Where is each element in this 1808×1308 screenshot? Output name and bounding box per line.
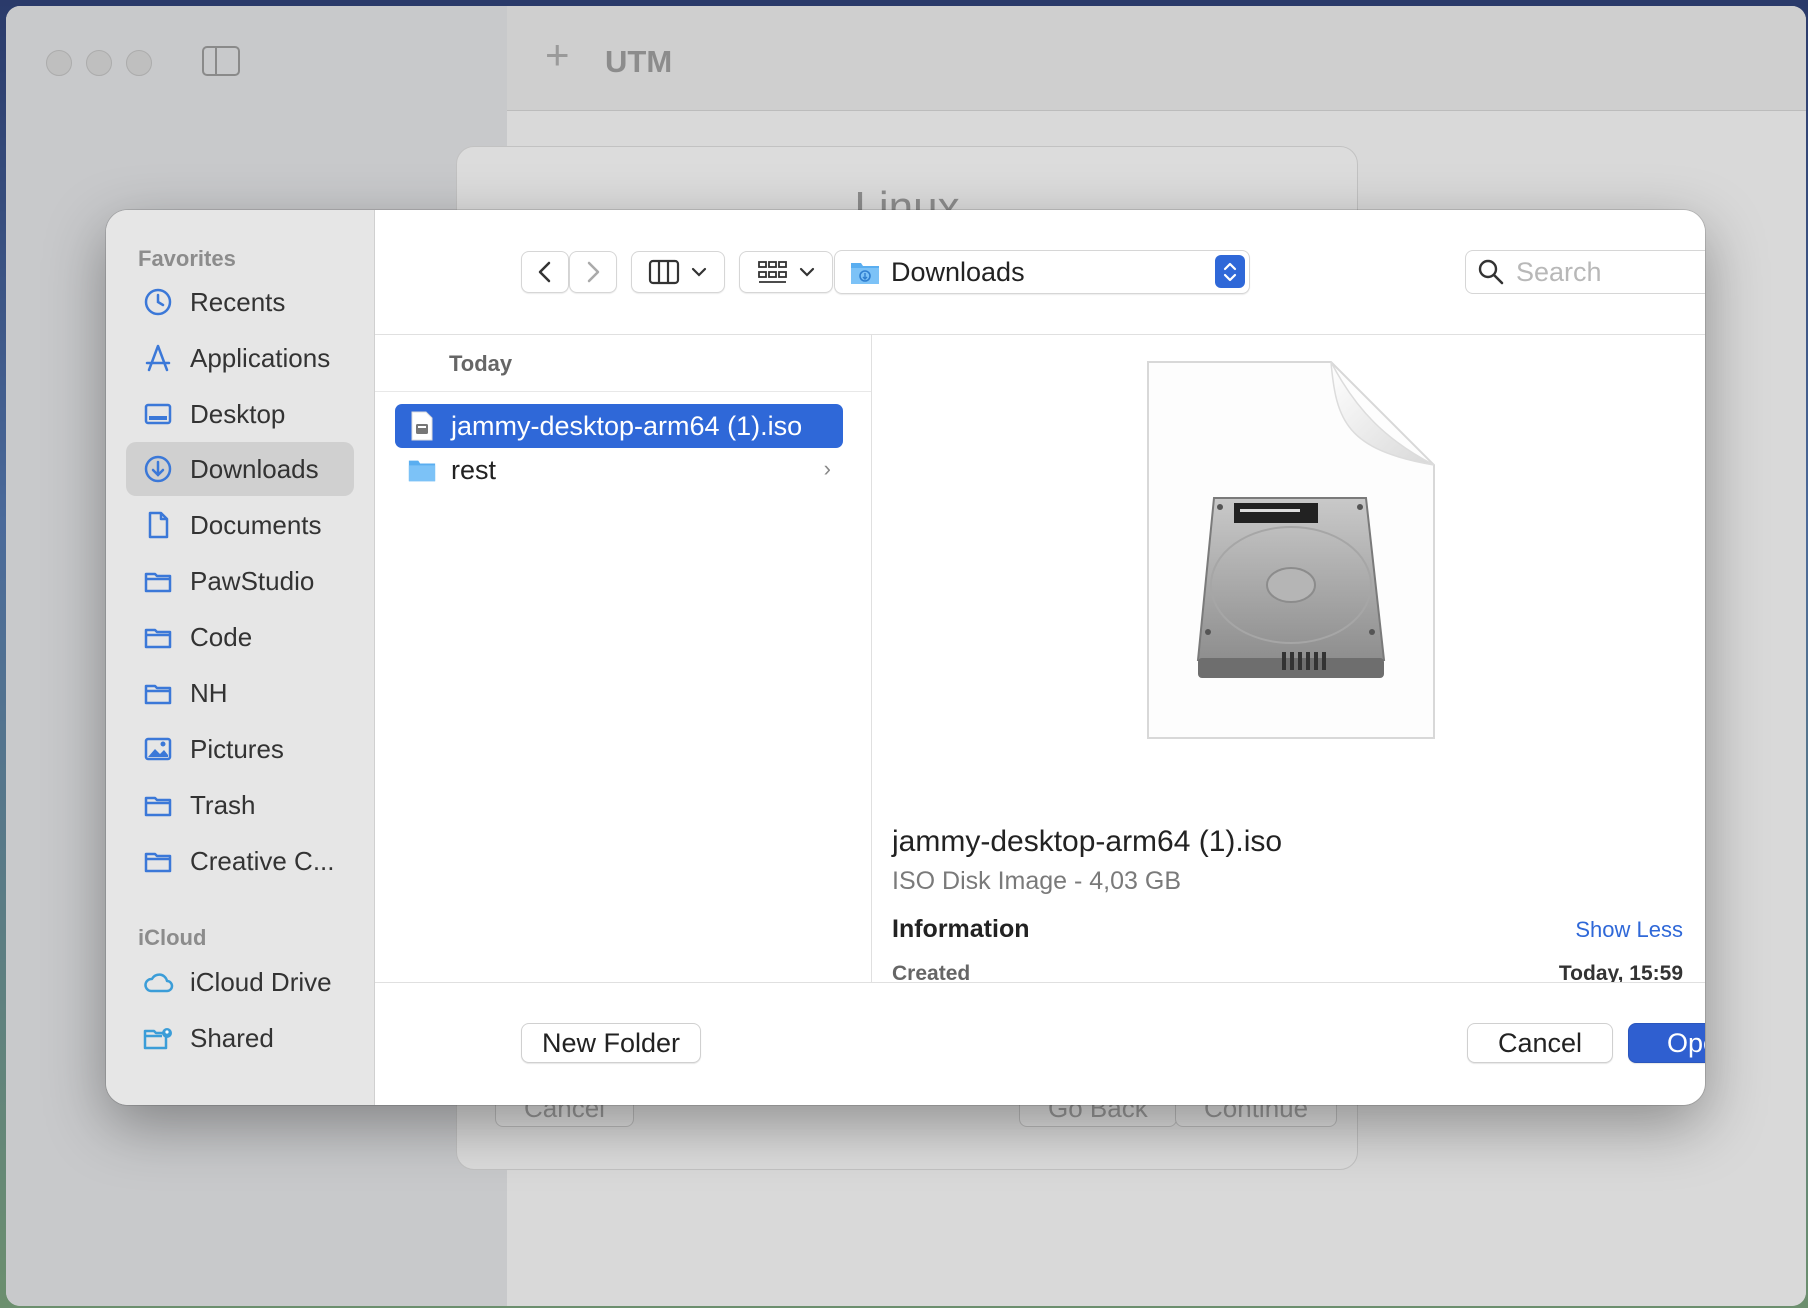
- folder-icon: [142, 789, 174, 821]
- sidebar-item-label: Applications: [190, 342, 331, 373]
- sidebar-item-label: Code: [190, 621, 253, 652]
- shared-folder-icon: [142, 1022, 174, 1054]
- sidebar-toggle-icon[interactable]: [202, 46, 240, 76]
- chevron-right-icon: [587, 261, 600, 283]
- grid-icon: [758, 261, 787, 283]
- sidebar-item-recents[interactable]: Recents: [126, 275, 354, 329]
- open-button[interactable]: Open: [1628, 1023, 1705, 1063]
- sidebar-item-label: Desktop: [190, 398, 286, 429]
- chevron-down-icon: [799, 267, 815, 277]
- search-icon: [1478, 259, 1504, 285]
- downloads-folder-icon: [851, 263, 879, 284]
- download-icon: [142, 453, 174, 485]
- view-mode-button[interactable]: [631, 251, 725, 293]
- location-label: Downloads: [891, 256, 1025, 287]
- utm-toolbar: + UTM: [507, 6, 1806, 111]
- column-view-icon: [648, 259, 680, 285]
- sidebar-item-label: Creative C...: [190, 845, 335, 876]
- sidebar-item-label: Pictures: [190, 733, 284, 764]
- pictures-icon: [142, 733, 174, 765]
- sidebar-item-code[interactable]: Code: [126, 610, 354, 664]
- dialog-footer: New Folder Cancel Open: [375, 982, 1705, 1105]
- search-input[interactable]: [1514, 255, 1705, 289]
- preview-file-kind: ISO Disk Image - 4,03 GB: [892, 867, 1181, 895]
- sidebar-item-label: Recents: [190, 286, 286, 317]
- cloud-icon: [142, 966, 174, 998]
- chevron-down-icon: [691, 267, 707, 277]
- list-item[interactable]: rest ›: [395, 448, 843, 492]
- sidebar-item-label: iCloud Drive: [190, 966, 332, 997]
- sidebar-item-desktop[interactable]: Desktop: [126, 387, 354, 441]
- created-label: Created: [892, 962, 971, 982]
- chevron-right-icon: ›: [823, 456, 831, 481]
- folder-icon: [142, 845, 174, 877]
- clock-icon: [142, 286, 174, 318]
- show-less-link[interactable]: Show Less: [1575, 917, 1683, 943]
- document-icon: [142, 509, 174, 541]
- minimize-window-button[interactable]: [86, 50, 112, 76]
- sidebar-item-downloads[interactable]: Downloads: [126, 442, 354, 496]
- desktop-icon: [142, 398, 174, 430]
- icloud-section-title: iCloud: [138, 925, 207, 950]
- back-button[interactable]: [521, 251, 569, 293]
- dialog-main: Downloads Today jammy-desktop-arm64 (1).…: [375, 210, 1705, 1105]
- information-heading: Information: [892, 915, 1030, 943]
- chevron-left-icon: [538, 261, 551, 283]
- utm-title: UTM: [605, 44, 673, 79]
- dialog-sidebar: Favorites Recents Applications Desktop D…: [106, 210, 375, 1105]
- group-header-label: Today: [449, 351, 513, 376]
- preview-pane: jammy-desktop-arm64 (1).iso ISO Disk Ima…: [872, 335, 1705, 982]
- sidebar-item-label: Shared: [190, 1022, 274, 1053]
- sidebar-item-label: Documents: [190, 509, 322, 540]
- folder-icon: [407, 455, 437, 485]
- applications-icon: [142, 342, 174, 374]
- close-window-button[interactable]: [46, 50, 72, 76]
- sidebar-item-label: PawStudio: [190, 565, 315, 596]
- list-group-header: Today: [375, 335, 871, 392]
- preview-file-name: jammy-desktop-arm64 (1).iso: [892, 825, 1283, 858]
- search-field[interactable]: [1465, 250, 1705, 294]
- cancel-button[interactable]: Cancel: [1467, 1023, 1613, 1063]
- sidebar-item-pawstudio[interactable]: PawStudio: [126, 554, 354, 608]
- file-name-label: jammy-desktop-arm64 (1).iso: [451, 410, 803, 441]
- plus-icon[interactable]: +: [545, 34, 570, 76]
- forward-button[interactable]: [569, 251, 617, 293]
- created-value: Today, 15:59: [1558, 962, 1683, 982]
- folder-icon: [142, 565, 174, 597]
- disk-image-icon: [407, 411, 437, 441]
- sidebar-item-nh[interactable]: NH: [126, 666, 354, 720]
- group-mode-button[interactable]: [739, 251, 833, 293]
- sidebar-item-pictures[interactable]: Pictures: [126, 722, 354, 776]
- file-name-label: rest: [451, 454, 497, 485]
- favorites-section-title: Favorites: [138, 246, 236, 271]
- updown-arrows-icon: [1215, 255, 1245, 288]
- file-list: Today jammy-desktop-arm64 (1).iso rest ›: [375, 335, 872, 982]
- list-item[interactable]: jammy-desktop-arm64 (1).iso: [395, 404, 843, 448]
- sidebar-item-label: Downloads: [190, 453, 319, 484]
- location-popup[interactable]: Downloads: [834, 250, 1250, 294]
- dialog-toolbar: Downloads: [375, 210, 1705, 335]
- sidebar-item-label: Trash: [190, 789, 256, 820]
- sidebar-item-shared[interactable]: Shared: [126, 1011, 354, 1065]
- sidebar-item-label: NH: [190, 677, 228, 708]
- sidebar-item-applications[interactable]: Applications: [126, 331, 354, 385]
- sidebar-item-creative-cloud[interactable]: Creative C...: [126, 834, 354, 888]
- sidebar-item-trash[interactable]: Trash: [126, 778, 354, 832]
- zoom-window-button[interactable]: [126, 50, 152, 76]
- disk-image-preview-icon: [1147, 361, 1435, 739]
- sidebar-item-icloud-drive[interactable]: iCloud Drive: [126, 955, 354, 1009]
- new-folder-button[interactable]: New Folder: [521, 1023, 701, 1063]
- folder-icon: [142, 677, 174, 709]
- folder-icon: [142, 621, 174, 653]
- open-file-dialog: Favorites Recents Applications Desktop D…: [106, 210, 1705, 1105]
- sidebar-item-documents[interactable]: Documents: [126, 498, 354, 552]
